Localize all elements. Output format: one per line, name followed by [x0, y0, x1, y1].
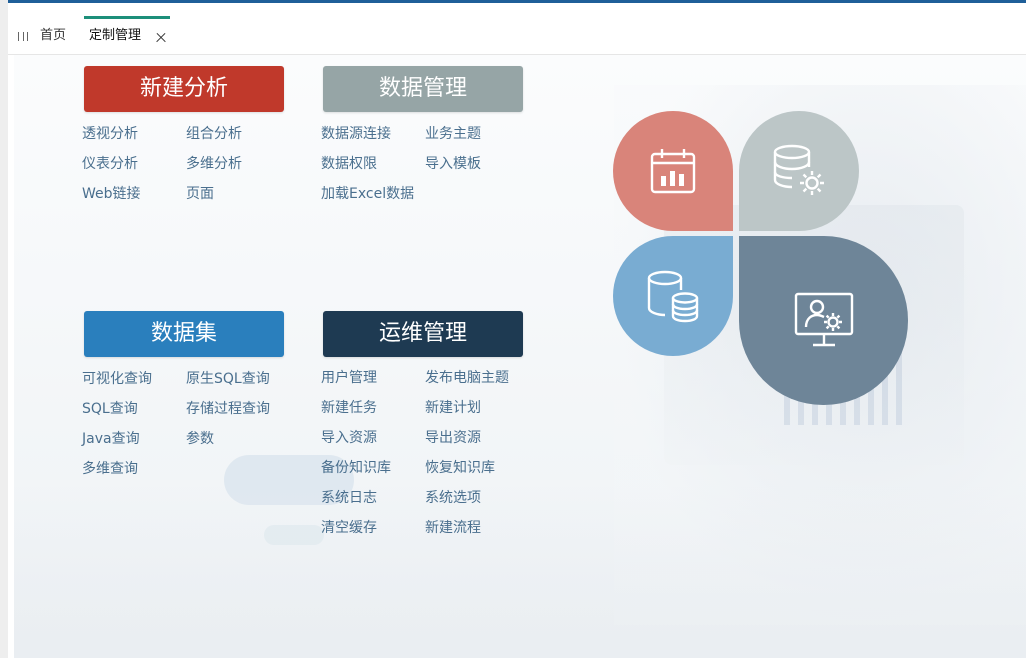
monitor-user-settings-icon — [794, 292, 853, 346]
java-query-link[interactable]: Java查询 — [82, 428, 140, 448]
data-management-header[interactable]: 数据管理 — [323, 66, 523, 112]
page-link[interactable]: 页面 — [186, 183, 214, 203]
calendar-chart-icon — [650, 149, 696, 194]
petal-bottom-left — [613, 236, 733, 356]
close-icon[interactable] — [154, 19, 168, 55]
main-content: 新建分析 透视分析 组合分析 仪表分析 多维分析 Web链接 页面 数据管理 数… — [14, 55, 1026, 658]
top-accent-strip — [0, 0, 1026, 3]
parameters-link[interactable]: 参数 — [186, 428, 214, 448]
new-workflow-link[interactable]: 新建流程 — [425, 517, 481, 537]
new-analysis-header[interactable]: 新建分析 — [84, 66, 284, 112]
business-topic-link[interactable]: 业务主题 — [425, 123, 481, 143]
tab-custom-management[interactable]: 定制管理 — [84, 16, 170, 55]
system-options-link[interactable]: 系统选项 — [425, 487, 481, 507]
petal-top-right — [739, 111, 859, 231]
web-link-link[interactable]: Web链接 — [82, 183, 141, 203]
tab-menu-handle-icon[interactable] — [18, 31, 28, 41]
petal-top-left — [613, 111, 733, 231]
user-management-link[interactable]: 用户管理 — [321, 367, 377, 387]
visual-query-link[interactable]: 可视化查询 — [82, 368, 152, 388]
database-stack-icon — [647, 270, 699, 323]
data-permission-link[interactable]: 数据权限 — [321, 153, 377, 173]
combo-analysis-link[interactable]: 组合分析 — [186, 123, 242, 143]
backup-repository-link[interactable]: 备份知识库 — [321, 457, 391, 477]
stored-procedure-query-link[interactable]: 存储过程查询 — [186, 398, 270, 418]
pivot-analysis-link[interactable]: 透视分析 — [82, 123, 138, 143]
import-resources-link[interactable]: 导入资源 — [321, 427, 377, 447]
tab-custom-management-label: 定制管理 — [89, 28, 142, 43]
dataset-header[interactable]: 数据集 — [84, 311, 284, 357]
tab-home[interactable]: 首页 — [40, 18, 66, 54]
native-sql-query-link[interactable]: 原生SQL查询 — [186, 368, 270, 388]
multidimensional-analysis-link[interactable]: 多维分析 — [186, 153, 242, 173]
publish-pc-theme-link[interactable]: 发布电脑主题 — [425, 367, 509, 387]
datasource-connection-link[interactable]: 数据源连接 — [321, 123, 391, 143]
sql-query-link[interactable]: SQL查询 — [82, 398, 138, 418]
petal-bottom-right — [739, 236, 908, 405]
operations-header[interactable]: 运维管理 — [323, 311, 523, 357]
new-schedule-link[interactable]: 新建计划 — [425, 397, 481, 417]
restore-repository-link[interactable]: 恢复知识库 — [425, 457, 495, 477]
new-task-link[interactable]: 新建任务 — [321, 397, 377, 417]
clear-cache-link[interactable]: 清空缓存 — [321, 517, 377, 537]
left-edge-bar — [0, 0, 8, 658]
export-resources-link[interactable]: 导出资源 — [425, 427, 481, 447]
import-template-link[interactable]: 导入模板 — [425, 153, 481, 173]
multidimensional-query-link[interactable]: 多维查询 — [82, 458, 138, 478]
system-log-link[interactable]: 系统日志 — [321, 487, 377, 507]
load-excel-data-link[interactable]: 加载Excel数据 — [321, 183, 414, 203]
dashboard-analysis-link[interactable]: 仪表分析 — [82, 153, 138, 173]
tab-bar: 首页 定制管理 — [8, 10, 1026, 55]
database-settings-icon — [773, 144, 824, 195]
